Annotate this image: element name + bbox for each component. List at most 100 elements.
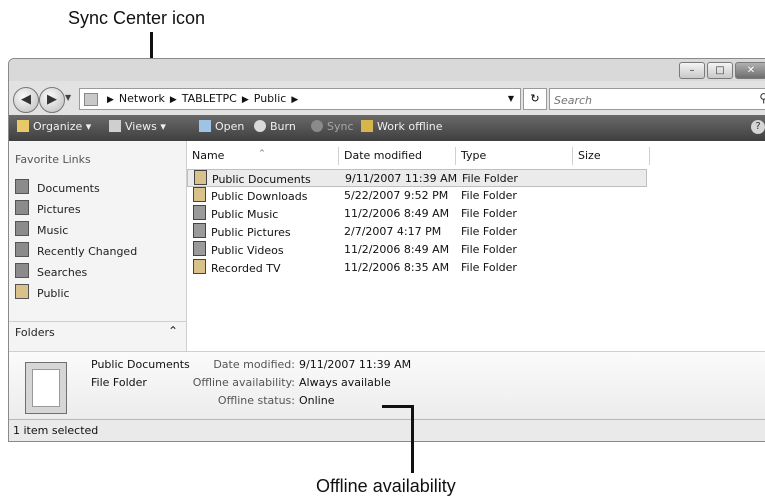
network-folder-icon — [84, 93, 98, 106]
views-icon — [109, 120, 121, 132]
open-icon — [199, 120, 211, 132]
chevron-up-icon: ⌃ — [167, 324, 178, 338]
sync-center-folder-icon — [194, 170, 207, 185]
file-name: Public Documents — [212, 173, 311, 186]
breadcrumb-tabletpc[interactable]: TABLETPC — [182, 92, 237, 105]
back-button[interactable]: ◀ — [13, 87, 39, 113]
breadcrumb-public[interactable]: Public — [254, 92, 287, 105]
search-icon[interactable]: ⚲ — [759, 91, 765, 105]
recent-pages-dropdown[interactable]: ▼ — [65, 93, 71, 102]
file-name: Public Pictures — [211, 226, 291, 239]
command-toolbar: Organize ▾ Views ▾ Open Burn Sync Work o… — [9, 115, 765, 141]
burn-button[interactable]: Burn — [254, 120, 296, 133]
table-row[interactable]: Public Documents 9/11/2007 11:39 AM File… — [187, 169, 647, 187]
file-type: File Folder — [462, 172, 518, 185]
column-header-size[interactable]: Size — [573, 147, 650, 165]
music-icon — [15, 221, 29, 236]
sync-button[interactable]: Sync — [311, 120, 354, 133]
sync-center-callout-label: Sync Center icon — [68, 8, 206, 28]
details-pane: Public Documents File Folder Date modifi… — [9, 351, 765, 420]
folder-thumbnail-icon — [25, 362, 67, 414]
address-row: ◀ ▶ ▼ ▶Network▶TABLETPC▶Public▶ ▼ ↻ ⚲ — [9, 81, 765, 115]
callout-line — [411, 405, 414, 473]
file-date: 11/2/2006 8:49 AM — [344, 207, 450, 220]
callout-line — [382, 405, 414, 408]
explorer-window: – □ ✕ ◀ ▶ ▼ ▶ Network ▶ TABLETPC ▶ Public ▶ ▼ … — [8, 58, 765, 442]
address-bar[interactable]: ▶ Network ▶ TABLETPC ▶ Public ▶ ▼ — [79, 88, 521, 110]
favorite-links-heading: Favorite Links — [15, 153, 91, 166]
offline-status-label: Offline status: — [217, 394, 295, 407]
nav-item-searches[interactable]: Searches — [15, 263, 87, 281]
address-dropdown-icon[interactable]: ▼ — [508, 89, 514, 109]
file-type: File Folder — [461, 225, 517, 238]
file-date: 5/22/2007 9:52 PM — [344, 189, 449, 202]
pictures-folder-icon — [193, 223, 206, 238]
file-list: ^ Name Date modified Type Size Public Doc… — [187, 141, 765, 351]
offline-availability-label: Offline availability: — [192, 376, 295, 389]
views-button[interactable]: Views ▾ — [109, 120, 166, 133]
column-header-date-modified[interactable]: Date modified — [339, 147, 456, 165]
file-type: File Folder — [461, 243, 517, 256]
date-modified-label: Date modified: — [213, 358, 295, 371]
file-name: Recorded TV — [211, 262, 281, 275]
documents-icon — [15, 179, 29, 194]
help-icon[interactable]: ? — [751, 120, 765, 134]
nav-item-pictures[interactable]: Pictures — [15, 200, 81, 218]
maximize-button[interactable]: □ — [707, 62, 733, 79]
nav-item-public[interactable]: Public — [15, 284, 70, 302]
nav-item-recently-changed[interactable]: Recently Changed — [15, 242, 137, 260]
pictures-icon — [15, 200, 29, 215]
table-row[interactable]: Public Downloads 5/22/2007 9:52 PM File … — [187, 187, 647, 205]
file-date: 11/2/2006 8:49 AM — [344, 243, 450, 256]
file-date: 11/2/2006 8:35 AM — [344, 261, 450, 274]
public-folder-icon — [15, 284, 29, 299]
organize-icon — [17, 120, 29, 132]
folders-toggle[interactable]: Folders ⌃ — [9, 321, 186, 344]
table-row[interactable]: Public Music 11/2/2006 8:49 AM File Fold… — [187, 205, 647, 223]
file-name: Public Downloads — [211, 190, 308, 203]
searches-icon — [15, 263, 29, 278]
breadcrumb-network[interactable]: Network — [119, 92, 165, 105]
date-modified-value: 9/11/2007 11:39 AM — [299, 358, 412, 371]
offline-availability-value[interactable]: Always available — [299, 376, 391, 389]
search-box[interactable]: ⚲ — [549, 88, 765, 110]
table-row[interactable]: Public Pictures 2/7/2007 4:17 PM File Fo… — [187, 223, 647, 241]
title-bar: – □ ✕ — [9, 59, 765, 81]
organize-button[interactable]: Organize ▾ — [17, 120, 91, 133]
file-type: File Folder — [461, 261, 517, 274]
music-folder-icon — [193, 205, 206, 220]
work-offline-icon — [361, 120, 373, 132]
offline-availability-callout-label: Offline availability — [316, 476, 456, 496]
file-type: File Folder — [461, 189, 517, 202]
nav-item-documents[interactable]: Documents — [15, 179, 100, 197]
refresh-button[interactable]: ↻ — [523, 88, 547, 110]
minimize-button[interactable]: – — [679, 62, 705, 79]
details-name: Public Documents — [91, 358, 190, 371]
open-button[interactable]: Open — [199, 120, 244, 133]
sync-icon — [311, 120, 323, 132]
file-name: Public Music — [211, 208, 279, 221]
file-date: 2/7/2007 4:17 PM — [344, 225, 442, 238]
work-offline-button[interactable]: Work offline — [361, 120, 443, 133]
sort-ascending-icon: ^ — [259, 149, 265, 157]
search-input[interactable] — [550, 91, 754, 110]
offline-status-value: Online — [299, 394, 335, 407]
forward-button[interactable]: ▶ — [39, 87, 65, 113]
recently-changed-icon — [15, 242, 29, 257]
details-kind: File Folder — [91, 376, 147, 389]
column-header-type[interactable]: Type — [456, 147, 573, 165]
nav-item-music[interactable]: Music — [15, 221, 68, 239]
status-bar: 1 item selected — [9, 419, 765, 441]
column-header-name[interactable]: ^ Name — [187, 147, 339, 165]
status-text: 1 item selected — [13, 424, 99, 437]
folder-icon — [193, 259, 206, 274]
burn-disc-icon — [254, 120, 266, 132]
table-row[interactable]: Public Videos 11/2/2006 8:49 AM File Fol… — [187, 241, 647, 259]
file-date: 9/11/2007 11:39 AM — [345, 172, 458, 185]
folder-icon — [193, 187, 206, 202]
file-name: Public Videos — [211, 244, 284, 257]
close-button[interactable]: ✕ — [735, 62, 765, 79]
file-type: File Folder — [461, 207, 517, 220]
table-row[interactable]: Recorded TV 11/2/2006 8:35 AM File Folde… — [187, 259, 647, 277]
videos-folder-icon — [193, 241, 206, 256]
